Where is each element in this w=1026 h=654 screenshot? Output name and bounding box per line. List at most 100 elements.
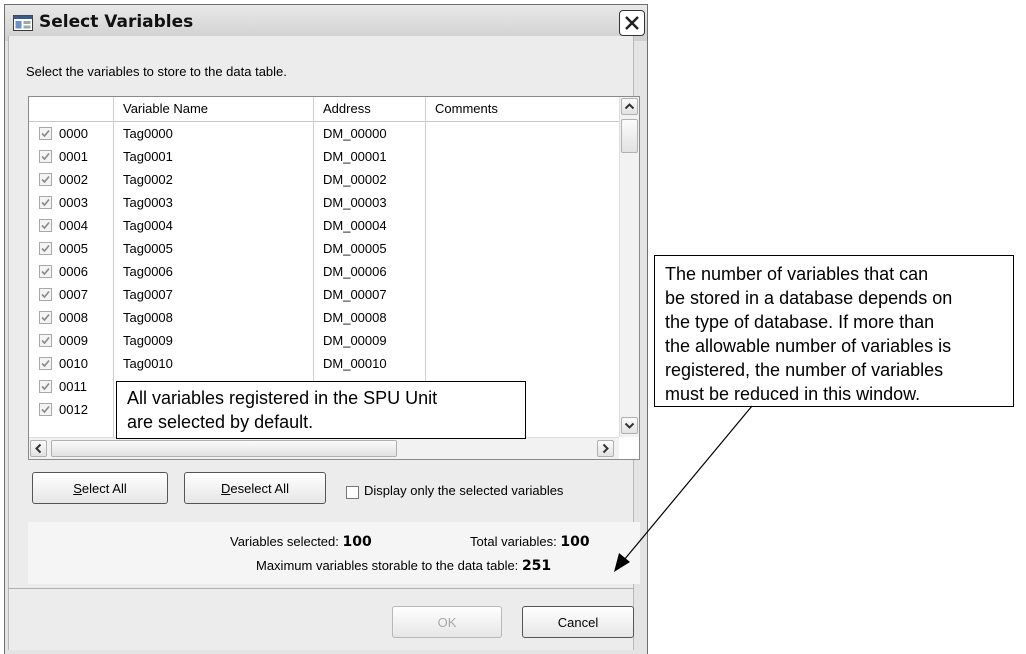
callout-center-text: All variables registered in the SPU Unit… [127,386,519,434]
table-row[interactable]: 0000 Tag0000 DM_00000 [29,122,619,145]
window-title: Select Variables [39,12,194,32]
select-all-button[interactable]: Select All [32,472,168,504]
row-number: 0005 [59,241,88,256]
row-checkbox[interactable] [39,127,52,140]
address-cell: DM_00004 [323,218,387,233]
instruction-text: Select the variables to store to the dat… [26,64,287,79]
table-row[interactable]: 0002 Tag0002 DM_00002 [29,168,619,191]
row-number: 0009 [59,333,88,348]
table-row[interactable]: 0007 Tag0007 DM_00007 [29,283,619,306]
variable-name-cell: Tag0008 [123,310,173,325]
display-selected-only-checkbox[interactable] [346,486,359,499]
callout-right-text: The number of variables that can be store… [665,262,1007,406]
row-number: 0004 [59,218,88,233]
row-number: 0002 [59,172,88,187]
variable-name-cell: Tag0002 [123,172,173,187]
callout-center-line: are selected by default. [127,412,314,432]
table-row[interactable]: 0004 Tag0004 DM_00004 [29,214,619,237]
check-mark-icon [41,129,50,138]
row-checkbox[interactable] [39,242,52,255]
scroll-thumb[interactable] [621,119,638,153]
address-cell: DM_00009 [323,333,387,348]
footer-separator [8,588,634,589]
table-row[interactable]: 0001 Tag0001 DM_00001 [29,145,619,168]
total-variables-text: Total variables: 100 [470,534,590,550]
check-mark-icon [41,382,50,391]
address-cell: DM_00010 [323,356,387,371]
row-number: 0000 [59,126,88,141]
table-row[interactable]: 0009 Tag0009 DM_00009 [29,329,619,352]
column-header-address[interactable]: Address [313,97,425,121]
variable-name-cell: Tag0006 [123,264,173,279]
row-number: 0008 [59,310,88,325]
table-row[interactable]: 0003 Tag0003 DM_00003 [29,191,619,214]
table-row[interactable]: 0005 Tag0005 DM_00005 [29,237,619,260]
close-button[interactable] [619,10,645,36]
row-number: 0006 [59,264,88,279]
row-checkbox[interactable] [39,265,52,278]
chevron-left-icon [35,443,42,454]
deselect-all-button[interactable]: Deselect All [184,472,326,504]
address-cell: DM_00000 [323,126,387,141]
row-number: 0011 [59,379,87,394]
callout-right-line: registered, the number of variables [665,360,944,380]
variable-name-cell: Tag0007 [123,287,173,302]
row-checkbox[interactable] [39,311,52,324]
check-mark-icon [41,359,50,368]
display-selected-only-label: Display only the selected variables [364,483,564,498]
ok-button[interactable]: OK [392,606,502,638]
address-cell: DM_00006 [323,264,387,279]
row-checkbox[interactable] [39,196,52,209]
row-checkbox[interactable] [39,380,52,393]
address-cell: DM_00003 [323,195,387,210]
row-checkbox[interactable] [39,173,52,186]
ok-label: OK [437,614,457,630]
database-limit-callout: The number of variables that can be store… [654,255,1014,407]
column-header-number[interactable] [29,97,113,121]
table-row[interactable]: 0010 Tag0010 DM_00010 [29,352,619,375]
row-number: 0007 [59,287,88,302]
address-cell: DM_00001 [323,149,387,164]
table-row[interactable]: 0006 Tag0006 DM_00006 [29,260,619,283]
row-checkbox[interactable] [39,288,52,301]
scroll-right-button[interactable] [597,440,614,457]
horizontal-scrollbar[interactable] [29,437,619,459]
variable-name-cell: Tag0010 [123,356,173,371]
column-header-comments[interactable]: Comments [425,97,619,121]
row-checkbox[interactable] [39,334,52,347]
scroll-down-button[interactable] [621,417,638,434]
column-header-variable-name[interactable]: Variable Name [113,97,313,121]
default-selection-callout: All variables registered in the SPU Unit… [116,381,526,439]
select-all-label: Select All [73,480,127,496]
check-mark-icon [41,244,50,253]
variables-selected-text: Variables selected: 100 [230,534,372,550]
total-variables-value: 100 [560,534,590,550]
scroll-up-button[interactable] [621,98,638,115]
cancel-button[interactable]: Cancel [522,606,634,638]
check-mark-icon [41,290,50,299]
row-checkbox[interactable] [39,403,52,416]
address-cell: DM_00007 [323,287,387,302]
chevron-right-icon [602,443,609,454]
check-mark-icon [41,152,50,161]
total-variables-label: Total variables: [470,534,557,549]
table-row[interactable]: 0008 Tag0008 DM_00008 [29,306,619,329]
scroll-thumb-horizontal[interactable] [51,440,397,457]
row-checkbox[interactable] [39,219,52,232]
row-checkbox[interactable] [39,150,52,163]
app-window-icon [13,15,33,31]
scroll-left-button[interactable] [30,440,47,457]
row-number: 0010 [59,356,88,371]
max-variables-text: Maximum variables storable to the data t… [256,558,551,574]
check-mark-icon [41,267,50,276]
variable-name-cell: Tag0001 [123,149,173,164]
check-mark-icon [41,405,50,414]
variable-name-cell: Tag0003 [123,195,173,210]
row-number: 0003 [59,195,88,210]
row-number: 0012 [59,402,88,417]
variables-selected-label: Variables selected: [230,534,339,549]
vertical-scrollbar[interactable] [619,97,639,437]
check-mark-icon [41,336,50,345]
chevron-down-icon [624,422,635,429]
row-checkbox[interactable] [39,357,52,370]
